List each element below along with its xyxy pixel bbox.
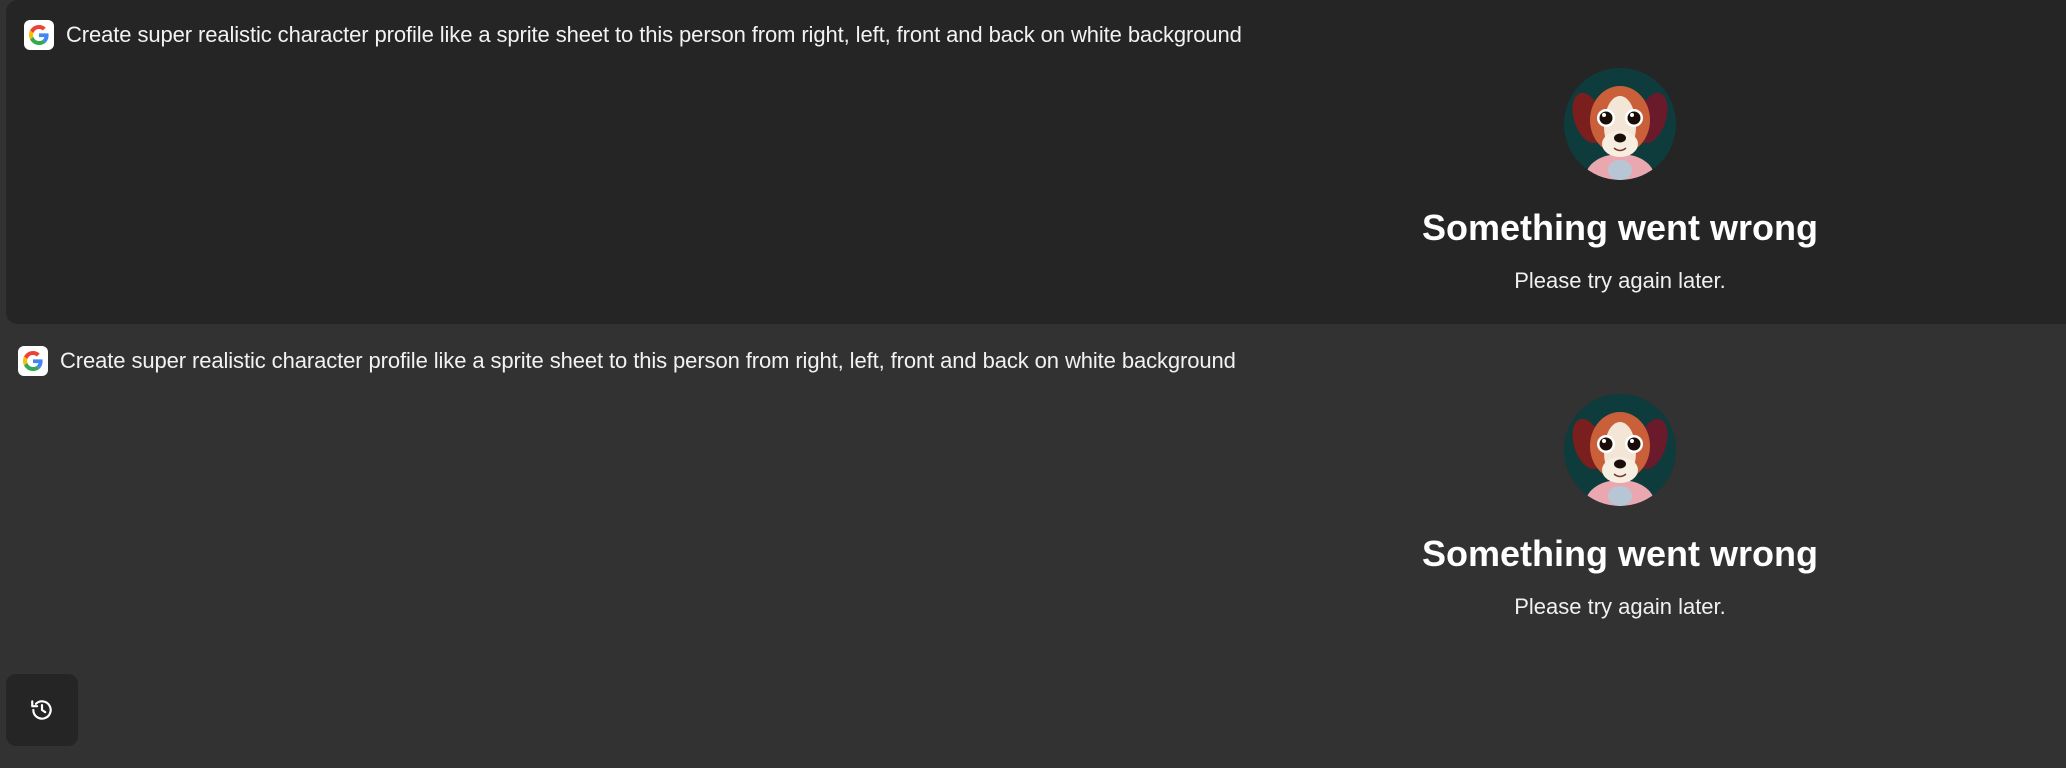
result-card: Create super realistic character profile… (0, 326, 2066, 646)
dog-avatar (1564, 68, 1676, 180)
page: Create super realistic character profile… (0, 0, 2066, 768)
result-card: Create super realistic character profile… (6, 0, 2066, 324)
prompt-text: Create super realistic character profile… (60, 348, 1236, 373)
error-title: Something went wrong (1422, 533, 1818, 574)
error-title: Something went wrong (1422, 207, 1818, 248)
prompt-row: Create super realistic character profile… (24, 20, 1242, 50)
google-icon (18, 346, 48, 376)
error-message: Please try again later. (1514, 268, 1726, 293)
prompt-text: Create super realistic character profile… (66, 22, 1242, 47)
error-message: Please try again later. (1514, 594, 1726, 619)
dog-avatar (1564, 394, 1676, 506)
history-button[interactable] (6, 674, 78, 746)
error-block: Something went wrong Please try again la… (1400, 68, 1840, 294)
history-icon (31, 700, 52, 720)
prompt-row: Create super realistic character profile… (18, 346, 1236, 376)
error-block: Something went wrong Please try again la… (1400, 394, 1840, 620)
google-icon (24, 20, 54, 50)
